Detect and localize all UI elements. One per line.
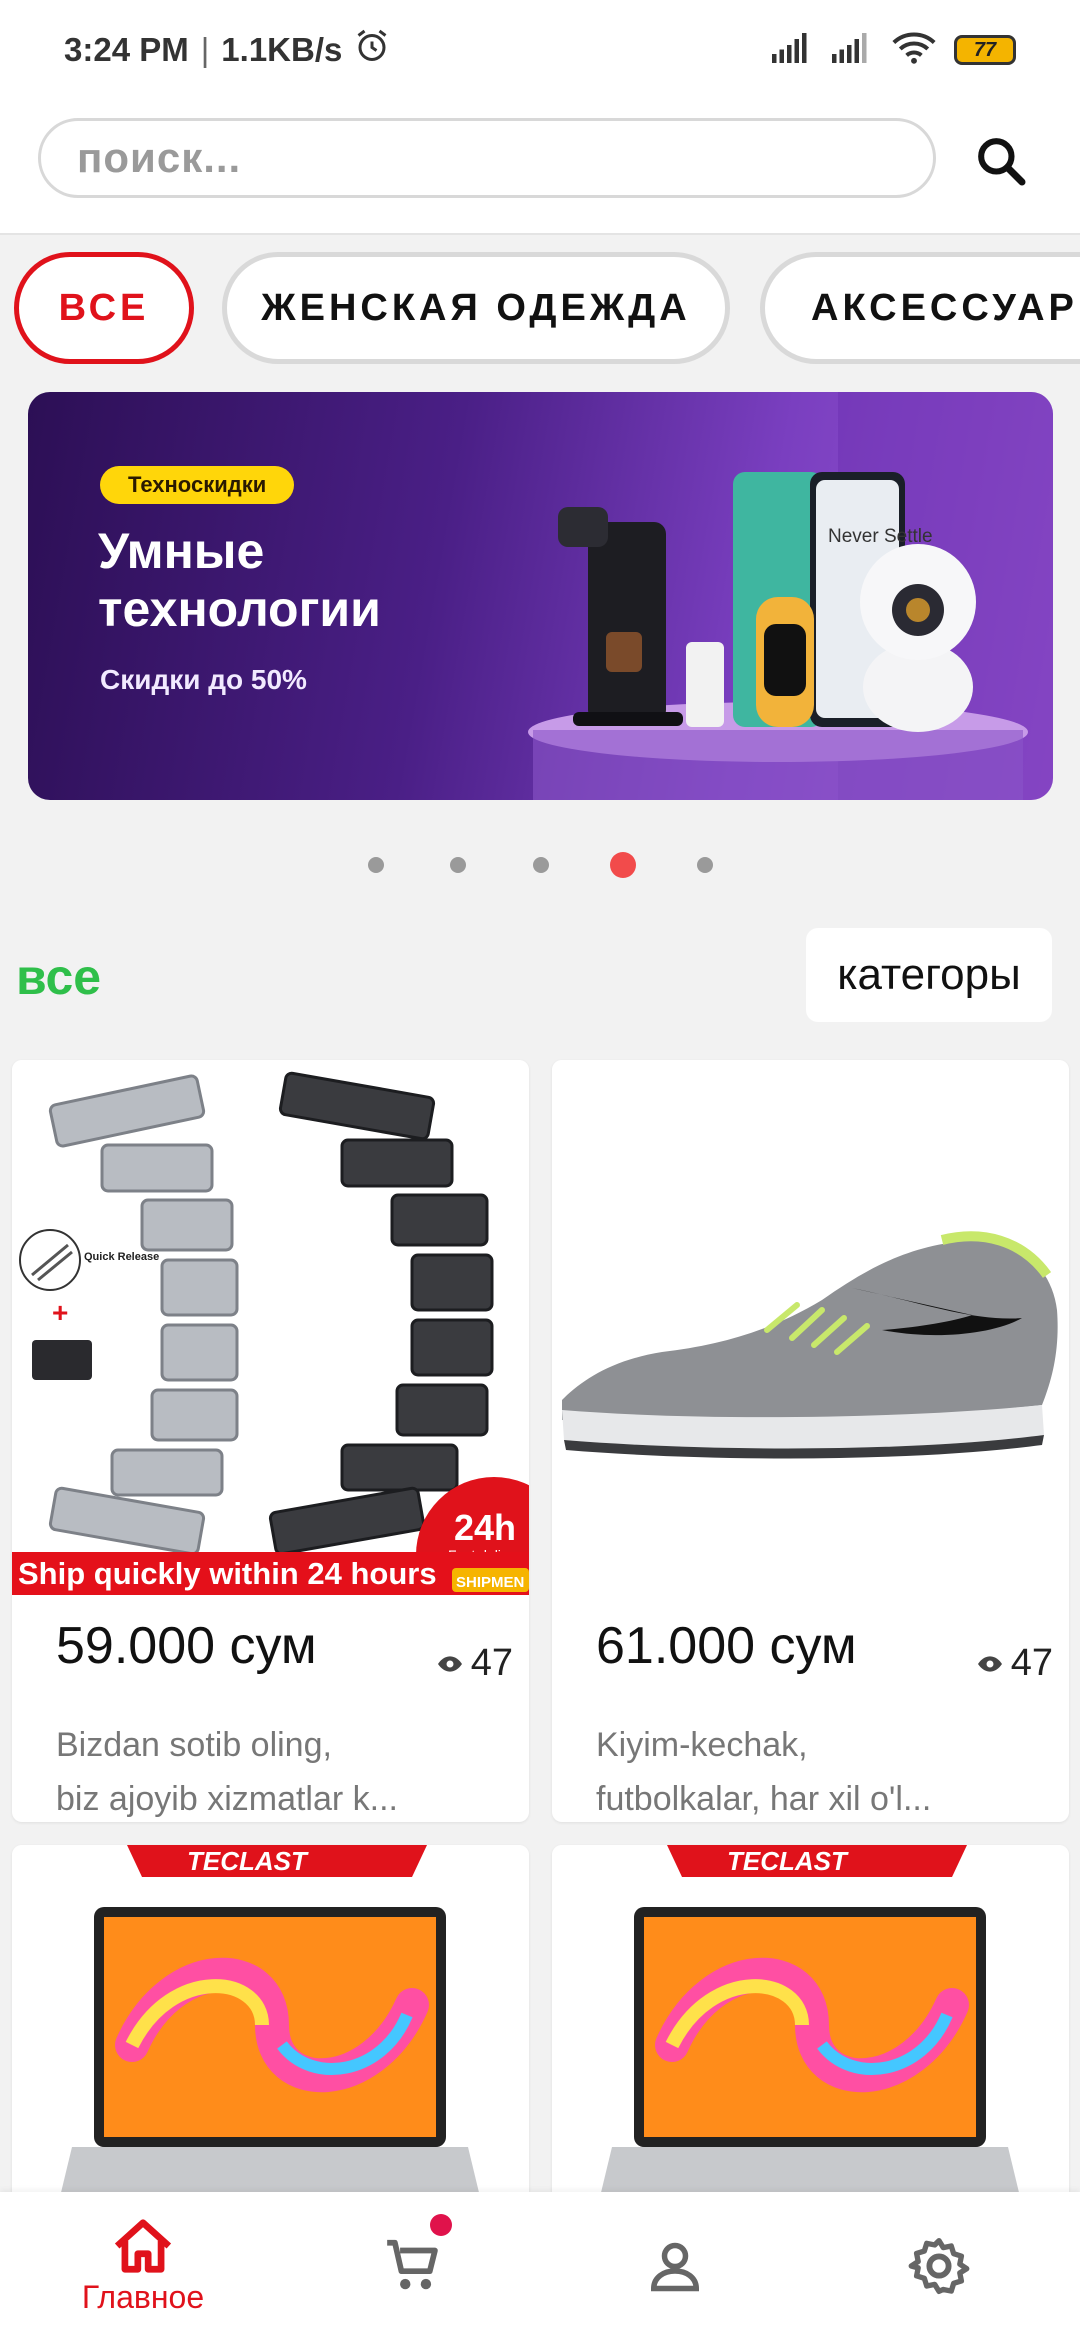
product-description: Bizdan sotib oling, biz ajoyib xizmatlar… [56,1718,456,1822]
nav-cart[interactable] [278,2192,548,2340]
badge-shipment: SHIPMEN [456,1574,524,1591]
product-description-line: futbolkalar, har xil o'l... [596,1780,932,1818]
image-caption: Ship quickly within 24 hours [18,1556,437,1591]
pagination-dot[interactable] [697,857,713,873]
pagination-dot-active[interactable] [610,852,636,878]
chip-label: ВСЕ [58,286,150,329]
sneaker-image [552,1060,1069,1595]
status-separator: | [200,31,210,68]
view-count: 47 [437,1642,513,1685]
brand-logo: TECLAST [727,1846,849,1876]
eye-icon [977,1655,1002,1672]
product-price: 59.000 сум [56,1617,317,1675]
promo-banner[interactable]: Техноскидки Умные технологии Скидки до 5… [28,392,1053,800]
search-button[interactable] [966,126,1036,196]
status-speed: 1.1KB/s [221,31,343,68]
bottom-navigation: Главное [0,2192,1080,2340]
product-price: 61.000 сум [596,1617,857,1675]
settings-icon [908,2238,970,2294]
product-card[interactable]: TECLAST [552,1845,1069,2205]
status-left: 3:24 PM | 1.1KB/s [64,28,390,72]
alarm-icon [354,28,390,72]
watch-band-image: Quick Release + 24h Fast deliver Ship qu… [12,1060,529,1595]
battery-icon: 77 [954,35,1016,65]
search-input[interactable]: поиск... [38,118,936,198]
chip-womens-clothing[interactable]: ЖЕНСКАЯ ОДЕЖДА [222,252,730,364]
view-count-value: 47 [470,1642,513,1684]
quick-release-text: Quick Release [84,1251,159,1263]
product-card[interactable]: 61.000 сум 47 Kiyim-kechak, futbolkalar,… [552,1060,1069,1822]
nav-home[interactable]: Главное [8,2192,278,2340]
svg-text:+: + [52,1297,68,1328]
battery-level: 77 [973,38,997,61]
signal-icon [772,32,814,68]
laptop-image: TECLAST [552,1845,1069,2205]
product-description-line: biz ajoyib xizmatlar k... [56,1780,398,1818]
cart-badge [430,2214,452,2236]
product-description-line: Bizdan sotib oling, [56,1726,332,1764]
banner-subtitle: Скидки до 50% [100,664,307,695]
badge-24h: 24h [454,1507,516,1548]
search-icon [978,138,1026,186]
product-description-line: Kiyim-kechak, [596,1726,808,1764]
status-right: 77 [772,31,1016,70]
brand-logo: TECLAST [187,1846,309,1876]
nav-profile[interactable] [540,2192,810,2340]
status-bar: 3:24 PM | 1.1KB/s 77 [0,0,1080,100]
wifi-icon [892,31,936,70]
banner-title: Умные технологии [98,523,381,637]
product-card[interactable]: TECLAST [12,1845,529,2205]
banner-tag-label: Техноскидки [128,472,267,497]
laptop-image: TECLAST [12,1845,529,2205]
view-count: 47 [977,1642,1053,1685]
signal-icon [832,32,874,68]
banner-tag: Техноскидки [100,466,295,504]
chip-label: АКСЕССУАРЫ [811,286,1080,329]
categories-button[interactable]: категоры [806,928,1052,1022]
section-title: все [16,949,102,1005]
chip-label: ЖЕНСКАЯ ОДЕЖДА [261,286,691,329]
pagination-dot[interactable] [533,857,549,873]
search-placeholder: поиск... [77,134,242,181]
nav-settings[interactable] [804,2192,1074,2340]
phone-screen-text: Never Settle [828,526,933,547]
eye-icon [437,1655,462,1672]
user-icon [650,2242,700,2292]
status-time: 3:24 PM [64,31,189,68]
gadgets-image: Never Settle [528,392,1053,800]
home-icon [114,2218,172,2273]
view-count-value: 47 [1010,1642,1053,1684]
chip-all[interactable]: ВСЕ [14,252,194,364]
nav-home-label: Главное [81,2278,205,2315]
chip-accessories[interactable]: АКСЕССУАРЫ [760,252,1080,364]
product-card[interactable]: Quick Release + 24h Fast deliver Ship qu… [12,1060,529,1822]
categories-button-label: категоры [837,950,1021,999]
pagination-dot[interactable] [450,857,466,873]
pagination-dot[interactable] [368,857,384,873]
cart-icon [387,2239,438,2290]
search-header: поиск... [0,100,1080,235]
product-description: Kiyim-kechak, futbolkalar, har xil o'l..… [596,1718,996,1822]
category-chips: ВСЕ ЖЕНСКАЯ ОДЕЖДА АКСЕССУАРЫ [0,250,1080,366]
banner-pagination [0,850,1080,880]
